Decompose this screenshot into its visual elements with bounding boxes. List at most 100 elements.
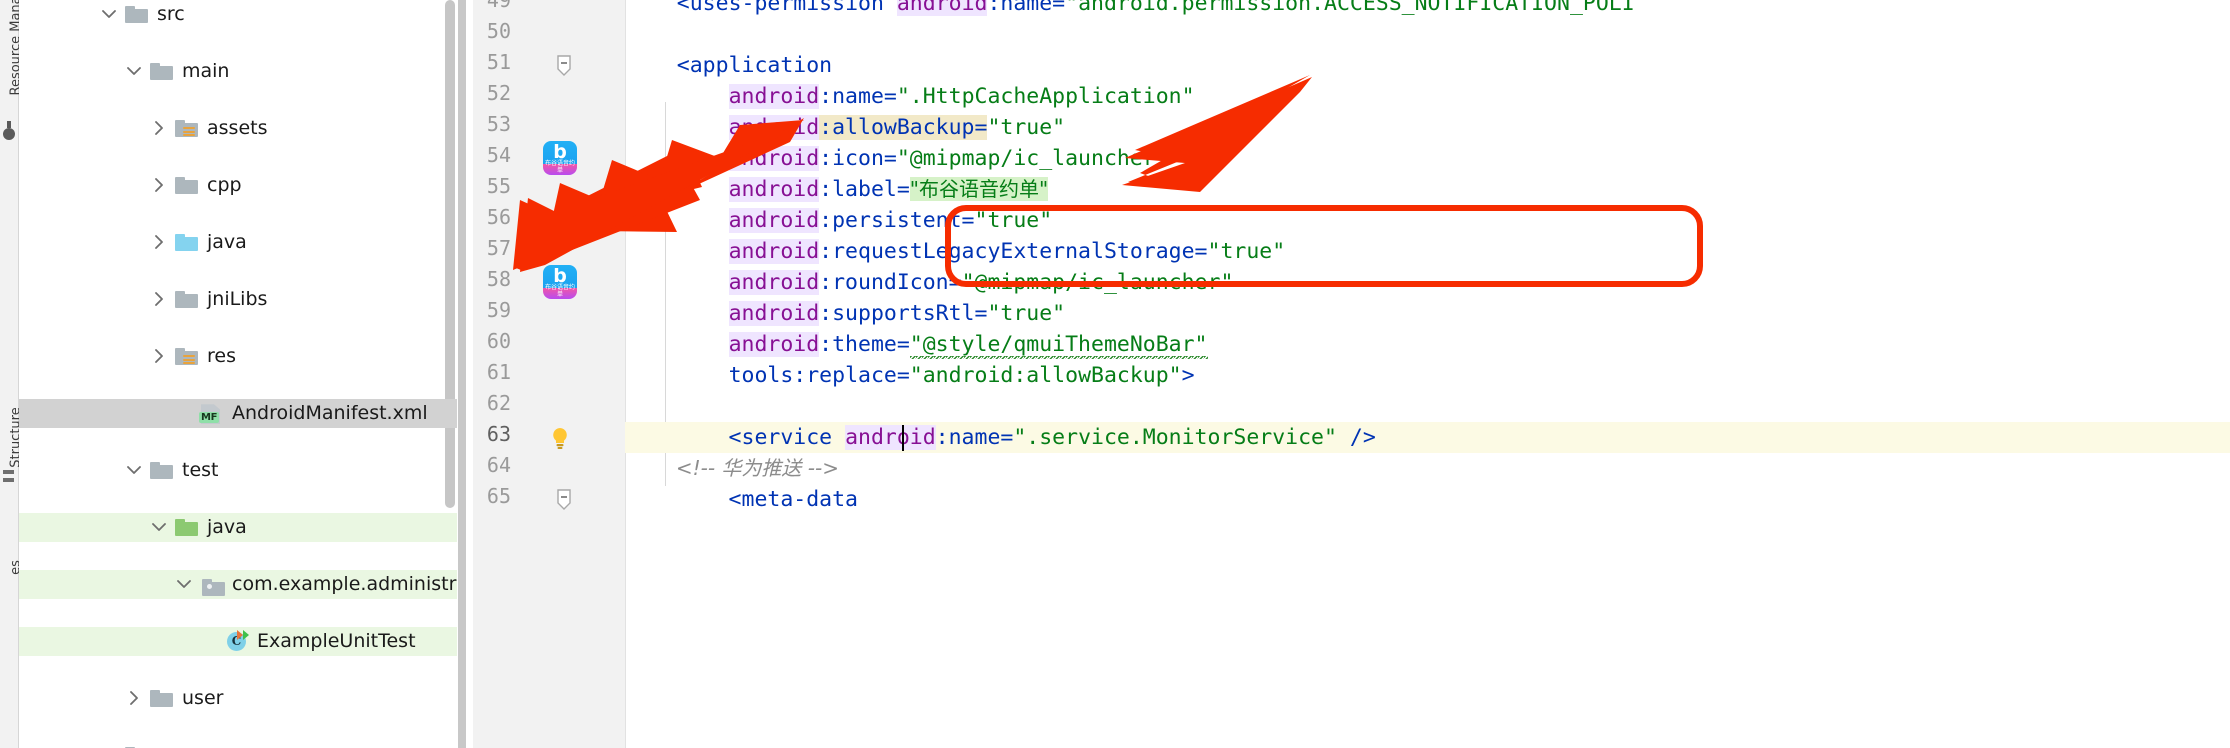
xml-tag: /> [1336,425,1376,450]
tree-item-user-outer[interactable]: user [19,741,457,748]
xml-value: "android.permission.ACCESS_NOTIFICATION_… [1065,0,1635,16]
tree-item-user-inner[interactable]: user [19,684,457,713]
code-line-58[interactable]: android:roundIcon="@mipmap/ic_launcher" [625,267,2230,298]
xml-attribute: :requestLegacyExternalStorage= [819,239,1208,264]
fold-collapse-icon[interactable] [555,55,573,77]
folder-test-icon [173,516,201,538]
xml-value: "true" [987,115,1066,140]
chevron-right-icon[interactable] [147,229,173,255]
xml-tag: < [625,425,742,450]
intention-bulb-icon[interactable] [547,425,573,451]
code-line-49[interactable]: <uses-permission android:name="android.p… [625,0,2230,19]
tree-item-label: AndroidManifest.xml [232,402,428,425]
code-line-57[interactable]: android:requestLegacyExternalStorage="tr… [625,236,2230,267]
code-line-text: android:name=".HttpCacheApplication" [625,81,1195,112]
tree-item-pkg[interactable]: com.example.administrator.c [19,570,457,599]
code-line-text: android:icon="@mipmap/ic_launcher" [625,143,1169,174]
tree-item-assets[interactable]: assets [19,114,457,143]
chevron-down-icon[interactable] [172,571,198,597]
tree-item-main[interactable]: main [19,57,457,86]
app-launcher-preview-icon[interactable]: b 布谷语音约单 [543,265,577,299]
folder-icon [148,459,176,481]
code-line-text: <uses-permission android:name="android.p… [625,0,1635,19]
chevron-right-icon[interactable] [147,115,173,141]
tree-item-java[interactable]: java [19,228,457,257]
tree-item-cpp[interactable]: cpp [19,171,457,200]
chevron-right-icon[interactable] [147,172,173,198]
chevron-right-icon[interactable] [147,343,173,369]
tree-item-label: user [182,687,224,710]
chevron-down-icon[interactable] [147,514,173,540]
code-line-59[interactable]: android:supportsRtl="true" [625,298,2230,329]
tree-item-test[interactable]: test [19,456,457,485]
chevron-down-icon[interactable] [97,1,123,27]
tree-item-androidmanifest-xml[interactable]: MF AndroidManifest.xml [19,399,457,428]
xml-value: "true" [987,301,1066,326]
xml-attribute: :supportsRtl= [819,301,988,326]
xml-value-warning: "@style/qmuiThemeNoBar" [909,332,1208,359]
layers-icon-2 [3,478,14,482]
tree-item-src[interactable]: src [19,0,457,29]
line-number: 61 [486,360,511,384]
project-tree[interactable]: src main assets cpp java jniLibs res MF AndroidM… [19,0,457,748]
xml-tag: service [741,425,846,450]
fold-collapse-icon[interactable] [555,489,573,511]
chevron-down-icon[interactable] [122,58,148,84]
code-line-55[interactable]: android:label="布谷语音约单" [625,174,2230,205]
code-line-63[interactable]: <service android:name=".service.MonitorS… [625,422,2230,453]
tree-item-exampleunittest[interactable]: C ExampleUnitTest [19,627,457,656]
app-launcher-preview-icon[interactable]: b 布谷语音约单 [543,141,577,175]
code-editor[interactable]: 49 50 51 52 53 54 55 56 57 58 59 60 61 62 63 64 65 b 布谷语音… [457,0,2230,748]
xml-value: "true" [1207,239,1286,264]
xml-attribute: :label= [819,177,910,202]
tree-item-test-java[interactable]: java [19,513,457,542]
code-line-62[interactable] [625,391,2230,422]
line-number: 65 [486,484,511,508]
code-text-area[interactable]: <uses-permission android:name="android.p… [625,0,2230,748]
xml-attribute: :name= [935,425,1014,450]
manifest-icon: MF [198,402,226,425]
line-number: 59 [486,298,511,322]
code-line-56[interactable]: android:persistent="true" [625,205,2230,236]
chevron-down-icon[interactable] [122,457,148,483]
xml-tag: application [689,53,833,78]
code-line-50[interactable] [625,19,2230,50]
xml-value-highlighted: "布谷语音约单" [909,177,1049,201]
code-line-54[interactable]: android:icon="@mipmap/ic_launcher" [625,143,2230,174]
tree-item-label: main [182,60,230,83]
xml-namespace: android [728,332,820,357]
class-test-icon: C [223,630,251,652]
package-icon [198,573,226,597]
tree-item-res[interactable]: res [19,342,457,371]
gutter-icon-column[interactable]: b 布谷语音约单 b 布谷语音约单 [525,0,609,748]
xml-namespace: android [728,115,820,140]
code-line-51[interactable]: <application [625,50,2230,81]
app-icon-caption: 布谷语音约单 [544,284,575,298]
code-line-64[interactable]: <!-- 华为推送 --> [625,453,2230,484]
xml-namespace: android [728,270,820,295]
code-plain [625,363,729,388]
xml-attribute: :theme= [819,332,910,357]
chevron-right-icon[interactable] [147,286,173,312]
xml-value: "@mipmap/ic_launcher" [896,146,1169,171]
xml-tag: < [625,487,742,512]
xml-attribute: :name= [987,0,1066,16]
code-line-53[interactable]: android:allowBackup="true" [625,112,2230,143]
code-plain [625,239,729,264]
tree-item-label: cpp [207,174,242,197]
tree-item-jnilibs[interactable]: jniLibs [19,285,457,314]
text-caret [902,425,904,451]
xml-comment: <!-- 华为推送 --> [625,456,839,480]
chevron-right-icon[interactable] [122,685,148,711]
tree-item-label: java [207,516,247,539]
folder-java-icon [173,231,201,253]
code-line-65[interactable]: <meta-data [625,484,2230,515]
chevron-down-icon[interactable] [97,742,123,748]
layers-icon [3,470,14,474]
xml-tag: < [625,0,690,16]
code-plain [625,208,729,233]
code-line-52[interactable]: android:name=".HttpCacheApplication" [625,81,2230,112]
android-studio-window: Resource Manage Structure es src main asse… [0,0,2230,748]
code-line-61[interactable]: tools:replace="android:allowBackup"> [625,360,2230,391]
code-line-60[interactable]: android:theme="@style/qmuiThemeNoBar" [625,329,2230,360]
